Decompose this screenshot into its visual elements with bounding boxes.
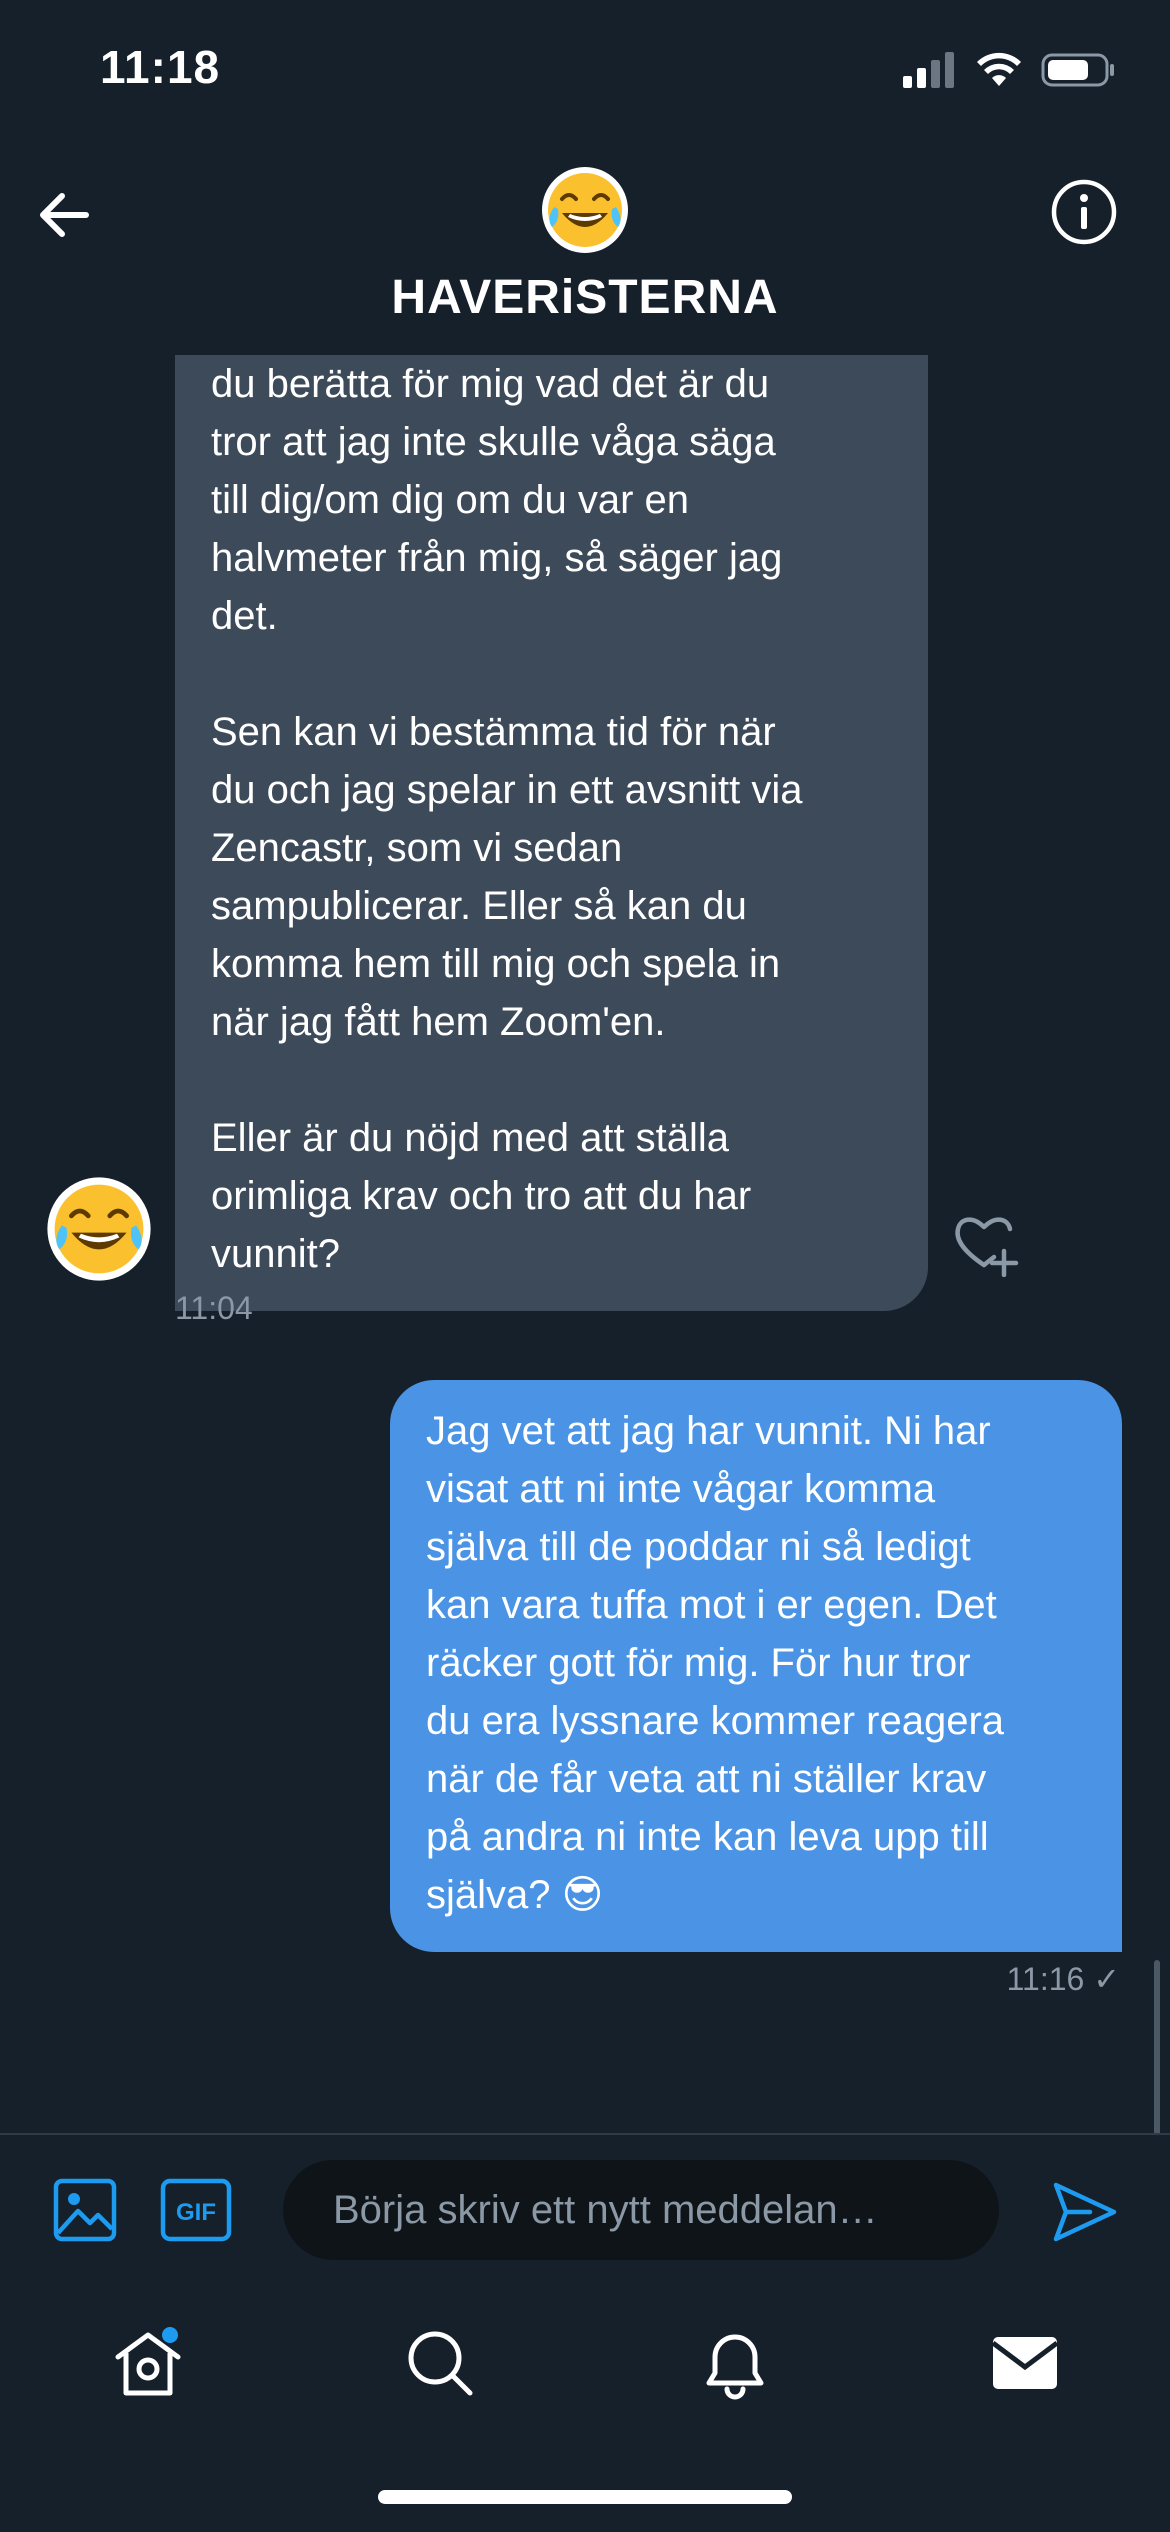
laughing-emoji-avatar xyxy=(542,167,628,253)
svg-text:GIF: GIF xyxy=(176,2199,216,2226)
send-button[interactable] xyxy=(1050,2177,1120,2247)
tab-home[interactable] xyxy=(108,2323,188,2403)
search-icon xyxy=(408,2331,473,2396)
bell-icon xyxy=(706,2334,764,2400)
back-button[interactable] xyxy=(30,180,100,250)
status-time: 11:18 xyxy=(100,41,221,93)
status-bar: 11:18 xyxy=(0,0,1170,150)
home-indicator xyxy=(378,2490,792,2504)
envelope-icon xyxy=(991,2337,1059,2389)
info-button[interactable] xyxy=(1050,178,1118,246)
gif-icon: GIF xyxy=(160,2178,232,2242)
image-icon xyxy=(53,2178,117,2242)
conversation-title: HAVERiSTERNA xyxy=(391,271,779,324)
battery-icon xyxy=(1041,53,1114,87)
heart-plus-icon xyxy=(955,1217,1019,1277)
conversation-avatar[interactable] xyxy=(540,165,630,255)
wifi-icon xyxy=(977,52,1021,86)
message-input[interactable] xyxy=(283,2160,999,2260)
signal-icon xyxy=(903,52,954,88)
add-gif-button[interactable]: GIF xyxy=(160,2177,232,2243)
home-icon xyxy=(115,2327,181,2396)
laughing-emoji-avatar xyxy=(47,1177,151,1281)
status-icons xyxy=(903,52,1115,88)
tab-notifications[interactable] xyxy=(695,2323,775,2403)
tab-search[interactable] xyxy=(400,2323,480,2403)
thread-scrollbar[interactable] xyxy=(1154,1960,1160,2133)
message-thread[interactable]: du berätta för mig vad det är du tror at… xyxy=(0,355,1170,2133)
add-media-button[interactable] xyxy=(52,2177,118,2243)
incoming-message-time: 11:04 xyxy=(175,1290,253,1326)
conversation-header: HAVERiSTERNA xyxy=(0,140,1170,355)
info-icon xyxy=(1051,179,1117,245)
tab-messages[interactable] xyxy=(985,2323,1065,2403)
like-message-button[interactable] xyxy=(950,1205,1022,1277)
message-composer: GIF xyxy=(0,2133,1170,2283)
send-icon xyxy=(1053,2182,1117,2242)
outgoing-message-time: 11:16 ✓ xyxy=(1006,1961,1120,1997)
arrow-left-icon xyxy=(40,193,89,237)
incoming-message-bubble[interactable]: du berätta för mig vad det är du tror at… xyxy=(175,355,928,1311)
sender-avatar[interactable] xyxy=(45,1175,153,1283)
outgoing-message-bubble[interactable]: Jag vet att jag har vunnit. Ni har visat… xyxy=(390,1380,1122,1952)
